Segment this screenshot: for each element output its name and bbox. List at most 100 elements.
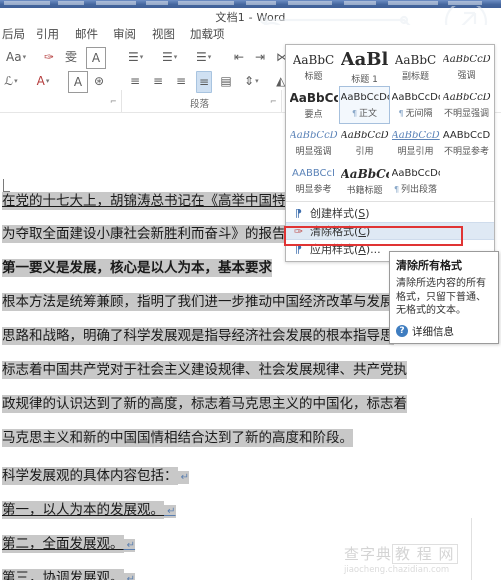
style-name-text: 要点: [304, 110, 323, 121]
document-line-text: 思路和战略，明确了科学发展观是指导经济社会发展的根本指导思: [2, 327, 394, 345]
align-center-icon[interactable]: ≡: [151, 71, 165, 91]
document-line-text: 第三，协调发展观。: [2, 569, 124, 580]
tooltip-body: 清除所选内容的所有格式，只留下普通、无格式的文本。: [396, 278, 486, 316]
document-line[interactable]: 思路和战略，明确了科学发展观是指导经济社会发展的根本指导思: [2, 327, 394, 345]
style-item[interactable]: AaBbCcD 不明显强调: [441, 86, 492, 124]
style-item[interactable]: AaBl 标题 1: [339, 48, 390, 86]
style-item[interactable]: AaBbCcDc ¶ 列出段落: [390, 162, 441, 200]
document-line[interactable]: 根本方法是统筹兼顾，指明了我们进一步推动中国经济改革与发展: [2, 293, 394, 311]
style-name-text: 副标题: [401, 72, 429, 83]
align-center-icon-glyph: ≡: [152, 74, 164, 88]
style-item[interactable]: AaBbCcDc ¶ 正文: [339, 86, 390, 124]
document-line[interactable]: 第二，全面发展观。 ↵: [2, 535, 136, 554]
chevron-down-icon[interactable]: ▾: [140, 53, 144, 61]
styles-grid: AaBbC 标题 AaBl 标题 1 AaBbC 副标题 AaBbCcD 强调 AaBbCcD 要…: [286, 45, 494, 201]
style-name-text: 不明显强调: [443, 109, 489, 120]
style-sample: AaBbC: [292, 53, 335, 67]
distributed-icon[interactable]: ▤: [219, 71, 233, 91]
style-item[interactable]: AABBCcI 明显参考: [288, 162, 339, 200]
dialog-launcher-icon[interactable]: ⌐: [110, 97, 117, 106]
style-name-text: 强调: [457, 71, 476, 82]
decrease-indent-icon[interactable]: ⇤: [232, 47, 246, 67]
ribbon-tab-4[interactable]: 视图: [152, 26, 175, 42]
menu-item-create-style[interactable]: ⁋ 创建样式(S): [286, 204, 494, 222]
paragraph-mark-icon: ¶: [398, 109, 404, 119]
style-name: 标题 1: [351, 72, 378, 85]
ribbon-tab-0[interactable]: 后局: [2, 26, 25, 42]
bullet-list-icon[interactable]: ☰ ▾: [128, 47, 143, 67]
clear-formatting-icon[interactable]: ⊛: [92, 71, 106, 91]
document-line[interactable]: 第一要义是发展，核心是以人为本，基本要求: [2, 259, 272, 277]
window-titlebar: [0, 0, 501, 8]
chevron-down-icon[interactable]: ▾: [46, 77, 50, 85]
menu-item-suffix: )...: [365, 242, 381, 256]
font-color-icon[interactable]: A ▾: [36, 71, 50, 91]
style-name-text: 不明显参考: [443, 147, 489, 158]
paragraph-mark-icon: ↵: [177, 471, 190, 484]
style-sample: AaBbCcD: [289, 130, 338, 141]
change-case-icon[interactable]: Aa ▾: [6, 47, 26, 67]
style-item[interactable]: AaBbCcD 书籍标题: [339, 162, 390, 200]
style-item[interactable]: AaBbCcD 要点: [288, 86, 339, 124]
chevron-down-icon[interactable]: ▾: [23, 53, 27, 61]
document-line[interactable]: 第三，协调发展观。 ↵: [2, 569, 136, 580]
style-name: 书籍标题: [346, 183, 382, 196]
dialog-launcher-icon[interactable]: ⌐: [270, 97, 277, 106]
style-item[interactable]: AaBbCcD 明显强调: [288, 124, 339, 162]
align-left-icon-glyph: ≡: [129, 74, 141, 88]
text-highlight-color-icon[interactable]: ✑: [42, 47, 56, 67]
document-line[interactable]: 为夺取全面建设小康社会新胜利而奋斗》的报告: [2, 225, 286, 243]
change-case-icon-glyph: Aa: [6, 50, 22, 64]
style-sample: AaBbCcD: [442, 54, 491, 65]
chevron-down-icon[interactable]: ▾: [14, 77, 18, 85]
tooltip-help-label[interactable]: 详细信息: [412, 324, 454, 339]
document-line[interactable]: 标志着中国共产党对于社会主义建设规律、社会发展规律、共产党执: [2, 361, 407, 379]
phonetic-guide-icon[interactable]: 雯: [64, 47, 78, 67]
character-shading-icon[interactable]: A: [68, 71, 88, 93]
ribbon-tab-3[interactable]: 审阅: [113, 26, 136, 42]
document-line[interactable]: 科学发展观的具体内容包括： ↵: [2, 467, 190, 486]
style-name: 引用: [355, 144, 373, 157]
style-item[interactable]: AaBbCcD 引用: [339, 124, 390, 162]
style-name-text: 明显引用: [397, 147, 434, 158]
align-right-icon[interactable]: ≡: [174, 71, 188, 91]
menu-item-clear-formatting[interactable]: ✑ 清除格式(C): [286, 222, 494, 240]
style-item[interactable]: AABbCcD 不明显参考: [441, 124, 492, 162]
ribbon-tab-1[interactable]: 引用: [36, 26, 59, 42]
numbered-list-icon[interactable]: ☰ ▾: [162, 47, 177, 67]
tooltip-footer[interactable]: ? 详细信息: [396, 324, 492, 339]
line-spacing-icon[interactable]: ⇕ ▾: [244, 71, 259, 91]
tooltip-title: 清除所有格式: [396, 259, 462, 272]
styles-gallery-popup[interactable]: AaBbC 标题 AaBl 标题 1 AaBbC 副标题 AaBbCcD 强调 AaBbCcD 要…: [285, 44, 495, 262]
style-name-text: 正文: [359, 109, 378, 120]
justify-icon[interactable]: ≡: [196, 71, 212, 93]
shading-icon-glyph: ◭: [276, 74, 286, 88]
style-item[interactable]: AaBbCcD 强调: [441, 48, 492, 86]
style-name: ¶ 列出段落: [394, 182, 437, 195]
character-border-icon[interactable]: A: [86, 47, 106, 69]
document-line[interactable]: 马克思主义和新的中国国情相结合达到了新的高度和阶段。: [2, 429, 353, 447]
chevron-down-icon[interactable]: ▾: [174, 53, 178, 61]
menu-item-label: 创建样式(: [310, 207, 359, 220]
chevron-down-icon[interactable]: ▾: [208, 53, 212, 61]
increase-indent-icon[interactable]: ⇥: [253, 47, 267, 67]
highlight-color-icon[interactable]: ℒ ▾: [4, 71, 18, 91]
style-name: ¶ 正文: [352, 106, 377, 119]
style-item[interactable]: AaBbCcD 明显引用: [390, 124, 441, 162]
document-line[interactable]: 政规律的认识达到了新的高度，标志着马克思主义的中国化，标志着: [2, 395, 407, 413]
tooltip-clear-formatting: 清除所有格式 清除所选内容的所有格式，只留下普通、无格式的文本。 ? 详细信息: [389, 251, 499, 344]
apply-styles-icon: ⁋: [295, 242, 302, 256]
multilevel-list-icon[interactable]: ☰ ▾: [196, 47, 211, 67]
increase-indent-icon-glyph: ⇥: [254, 50, 266, 64]
align-left-icon[interactable]: ≡: [128, 71, 142, 91]
style-item[interactable]: AaBbC 副标题: [390, 48, 441, 86]
style-item[interactable]: AaBbCcDc ¶ 无间隔: [390, 86, 441, 124]
ribbon-tab-2[interactable]: 邮件: [75, 26, 98, 42]
style-item[interactable]: AaBbC 标题: [288, 48, 339, 86]
help-icon: ?: [396, 325, 408, 337]
document-line[interactable]: 第一，以人为本的发展观。 ↵: [2, 501, 176, 520]
ribbon-tab-5[interactable]: 加载项: [190, 26, 225, 42]
document-line[interactable]: 在党的十七大上，胡锦涛总书记在《高举中国特: [2, 192, 286, 210]
menu-item-label: 清除格式(: [310, 225, 359, 238]
chevron-down-icon[interactable]: ▾: [255, 77, 259, 85]
